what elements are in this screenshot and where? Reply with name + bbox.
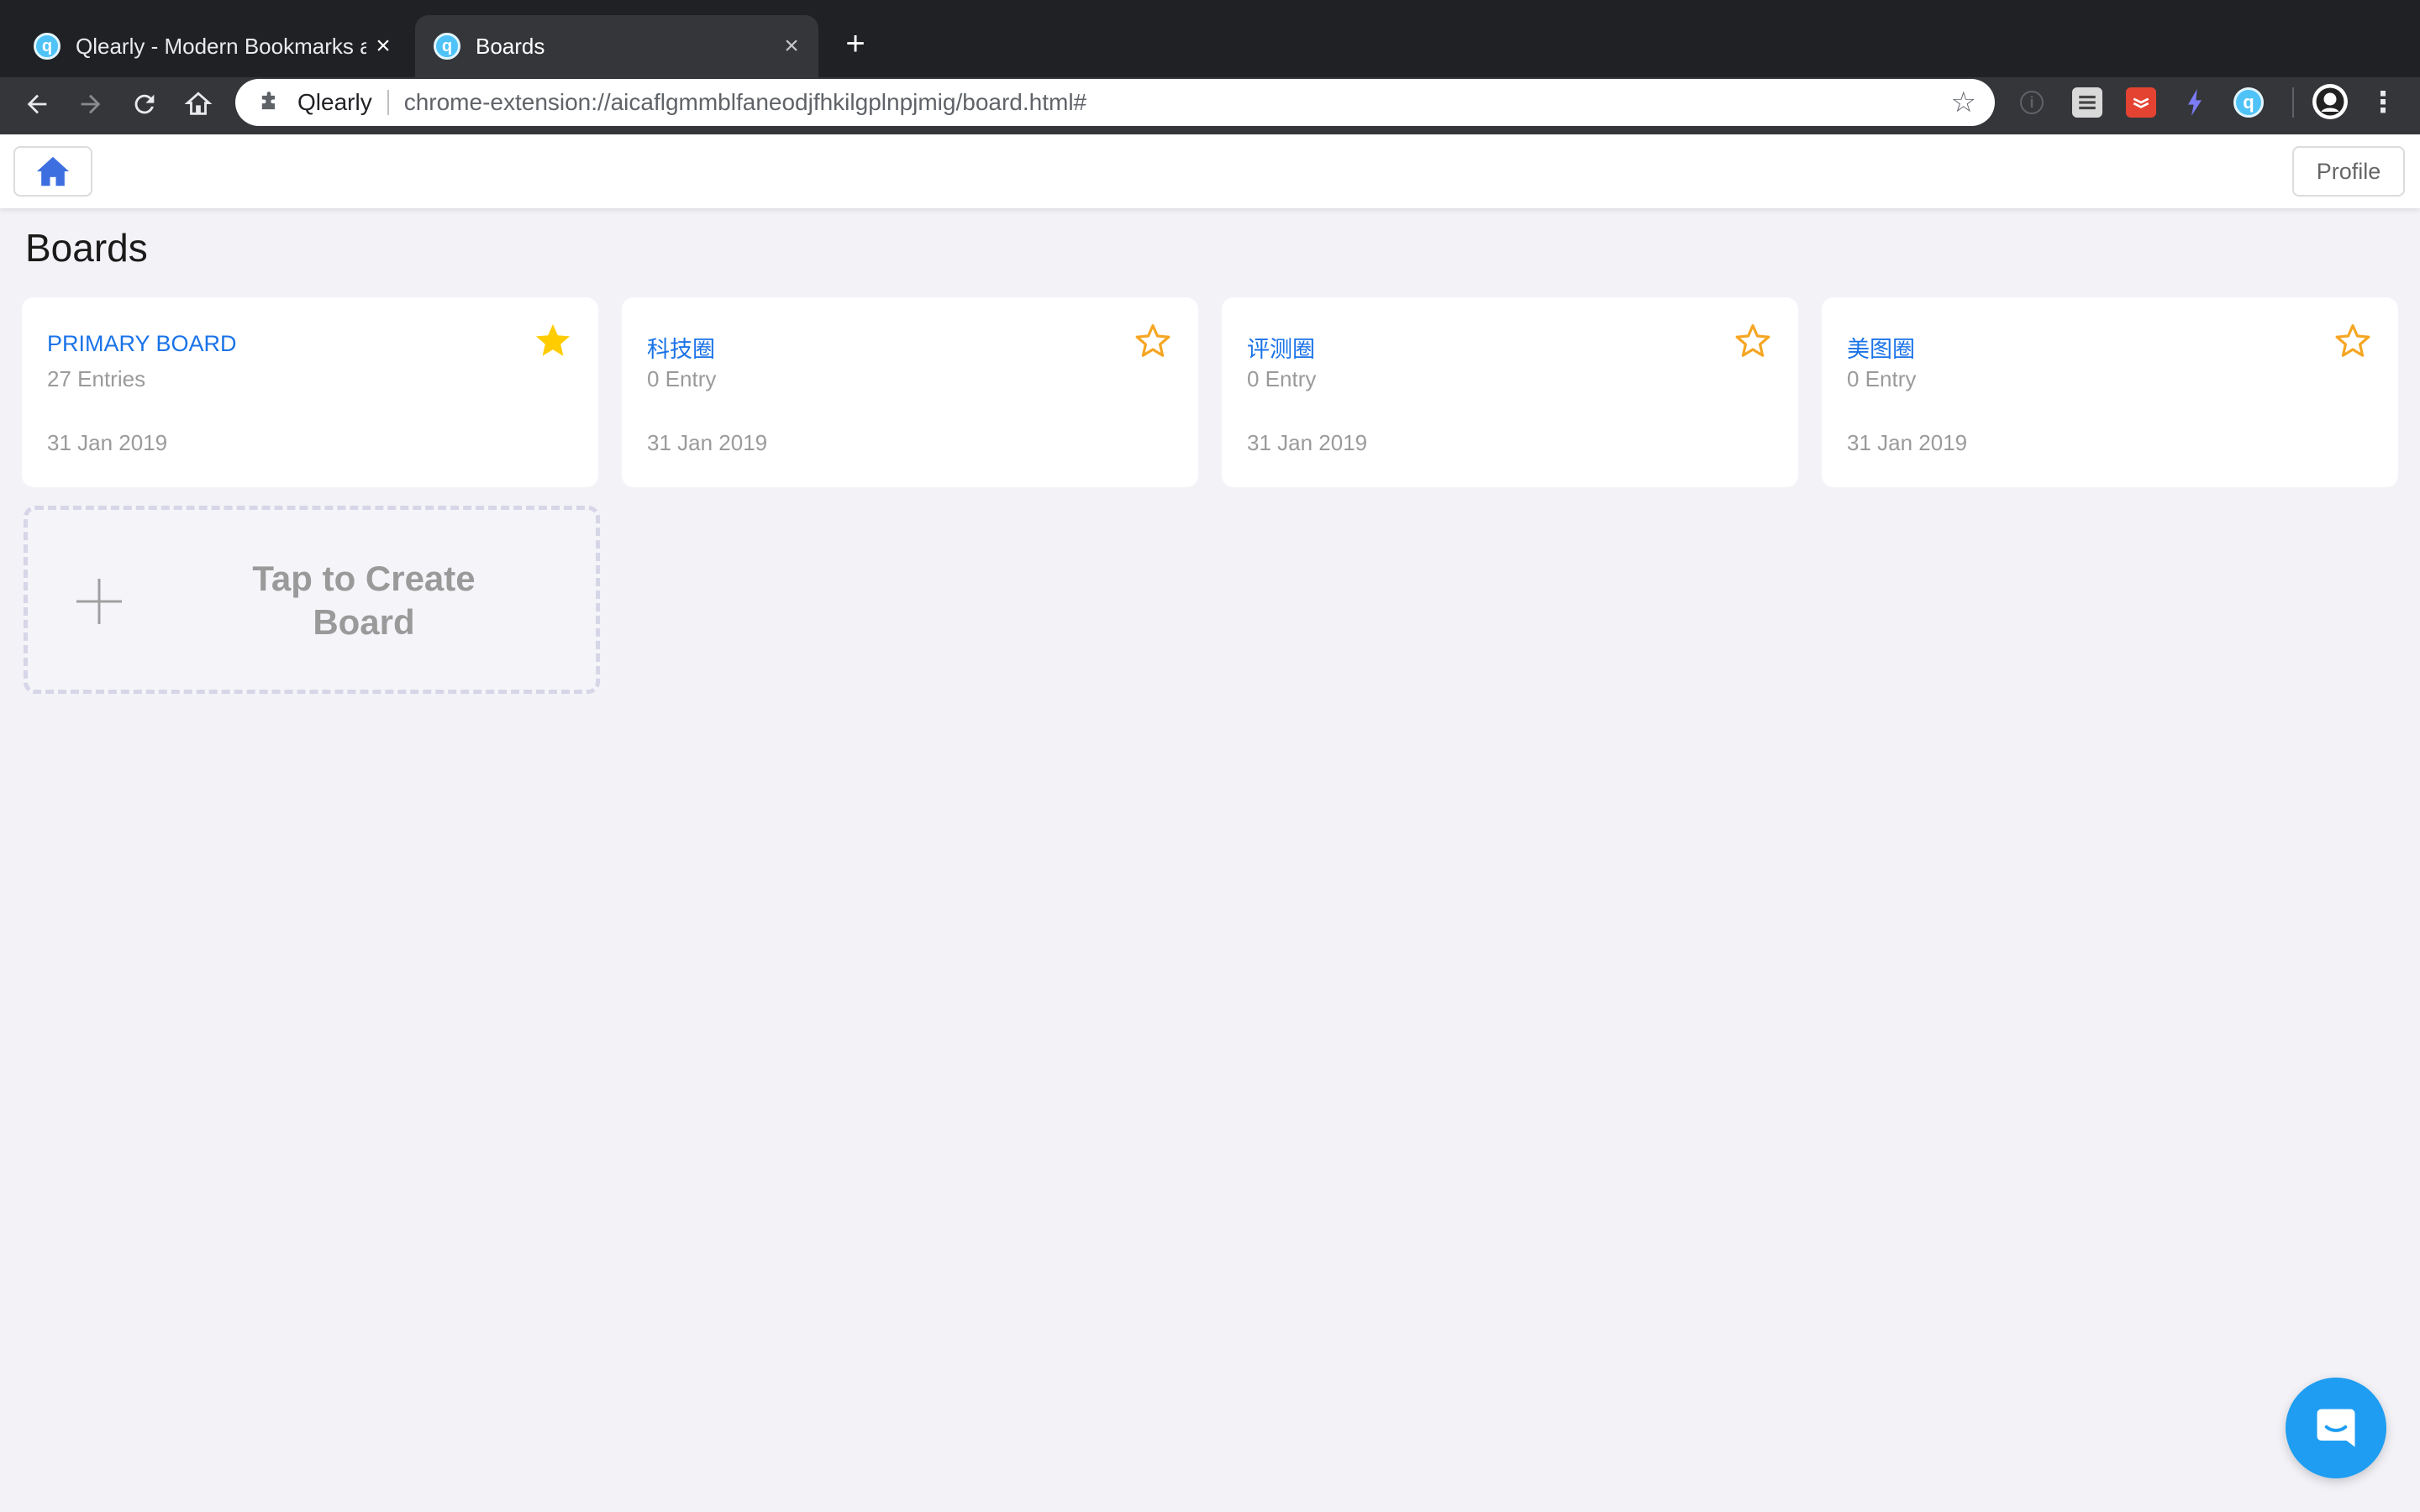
tab-title: Qlearly - Modern Bookmarks and — [76, 33, 366, 59]
browser-tab-qlearly[interactable]: q Qlearly - Modern Bookmarks and × — [15, 15, 410, 77]
tab-close-icon[interactable]: × — [775, 29, 808, 63]
star-outline-icon[interactable] — [1733, 321, 1773, 361]
page-title: Boards — [25, 226, 148, 270]
board-date: 31 Jan 2019 — [1247, 430, 1368, 455]
browser-tab-boards[interactable]: q Boards × — [415, 15, 818, 77]
tab-title: Boards — [476, 33, 545, 59]
star-filled-icon[interactable] — [533, 321, 573, 361]
forward-icon[interactable] — [72, 86, 109, 123]
board-card-meitu[interactable]: 美图圈 0 Entry 31 Jan 2019 — [1822, 297, 2398, 487]
profile-button[interactable]: Profile — [2292, 146, 2405, 197]
home-icon[interactable] — [180, 86, 217, 123]
bookmark-star-icon[interactable]: ☆ — [1951, 86, 1976, 119]
qlearly-extension-icon[interactable]: q — [2233, 87, 2264, 118]
board-name[interactable]: 科技圈 — [647, 331, 715, 364]
info-icon[interactable]: i — [2020, 91, 2044, 114]
tab-close-icon[interactable]: × — [366, 29, 400, 63]
url-text[interactable]: chrome-extension://aicaflgmmblfaneodjfhk… — [404, 89, 1951, 116]
app-header: Profile — [0, 134, 2420, 208]
board-card-keji[interactable]: 科技圈 0 Entry 31 Jan 2019 — [622, 297, 1198, 487]
board-date: 31 Jan 2019 — [647, 430, 768, 455]
house-icon — [37, 156, 69, 186]
board-date: 31 Jan 2019 — [47, 430, 168, 455]
board-card-pingce[interactable]: 评测圈 0 Entry 31 Jan 2019 — [1222, 297, 1798, 487]
puzzle-icon — [255, 89, 282, 116]
board-name[interactable]: 美图圈 — [1847, 331, 1915, 364]
browser-tab-bar: q Qlearly - Modern Bookmarks and × q Boa… — [0, 0, 2420, 77]
board-card-primary[interactable]: PRIMARY BOARD 27 Entries 31 Jan 2019 — [22, 297, 598, 487]
qlearly-favicon-icon: q — [434, 33, 460, 60]
menu-icon[interactable]: ⋮ — [2368, 87, 2398, 118]
omnibox-separator — [387, 90, 389, 115]
board-date: 31 Jan 2019 — [1847, 430, 1968, 455]
plus-icon — [76, 579, 122, 624]
todoist-icon[interactable] — [2126, 87, 2156, 118]
chat-launcher-button[interactable] — [2286, 1378, 2386, 1478]
board-name[interactable]: PRIMARY BOARD — [47, 331, 237, 357]
board-entry-count: 0 Entry — [1847, 366, 1917, 391]
bolt-icon[interactable] — [2180, 87, 2210, 118]
board-entry-count: 0 Entry — [647, 366, 717, 391]
back-icon[interactable] — [18, 86, 55, 123]
board-name[interactable]: 评测圈 — [1247, 331, 1315, 364]
create-board-label: Tap to Create Board — [252, 559, 476, 642]
chat-icon — [2317, 1409, 2355, 1447]
star-outline-icon[interactable] — [1133, 321, 1173, 361]
site-name: Qlearly — [297, 89, 372, 115]
toolbar-separator — [2292, 87, 2294, 118]
new-tab-button[interactable]: + — [837, 25, 874, 62]
board-entry-count: 27 Entries — [47, 366, 146, 391]
home-button[interactable] — [13, 146, 92, 197]
address-bar[interactable]: Qlearly chrome-extension://aicaflgmmblfa… — [235, 79, 1995, 126]
reload-icon[interactable] — [126, 86, 163, 123]
create-board-button[interactable]: Tap to Create Board — [24, 506, 600, 694]
star-outline-icon[interactable] — [2333, 321, 2373, 361]
qlearly-favicon-icon: q — [34, 33, 60, 60]
avatar[interactable] — [2312, 84, 2348, 119]
stack-icon[interactable] — [2072, 87, 2102, 118]
board-entry-count: 0 Entry — [1247, 366, 1317, 391]
